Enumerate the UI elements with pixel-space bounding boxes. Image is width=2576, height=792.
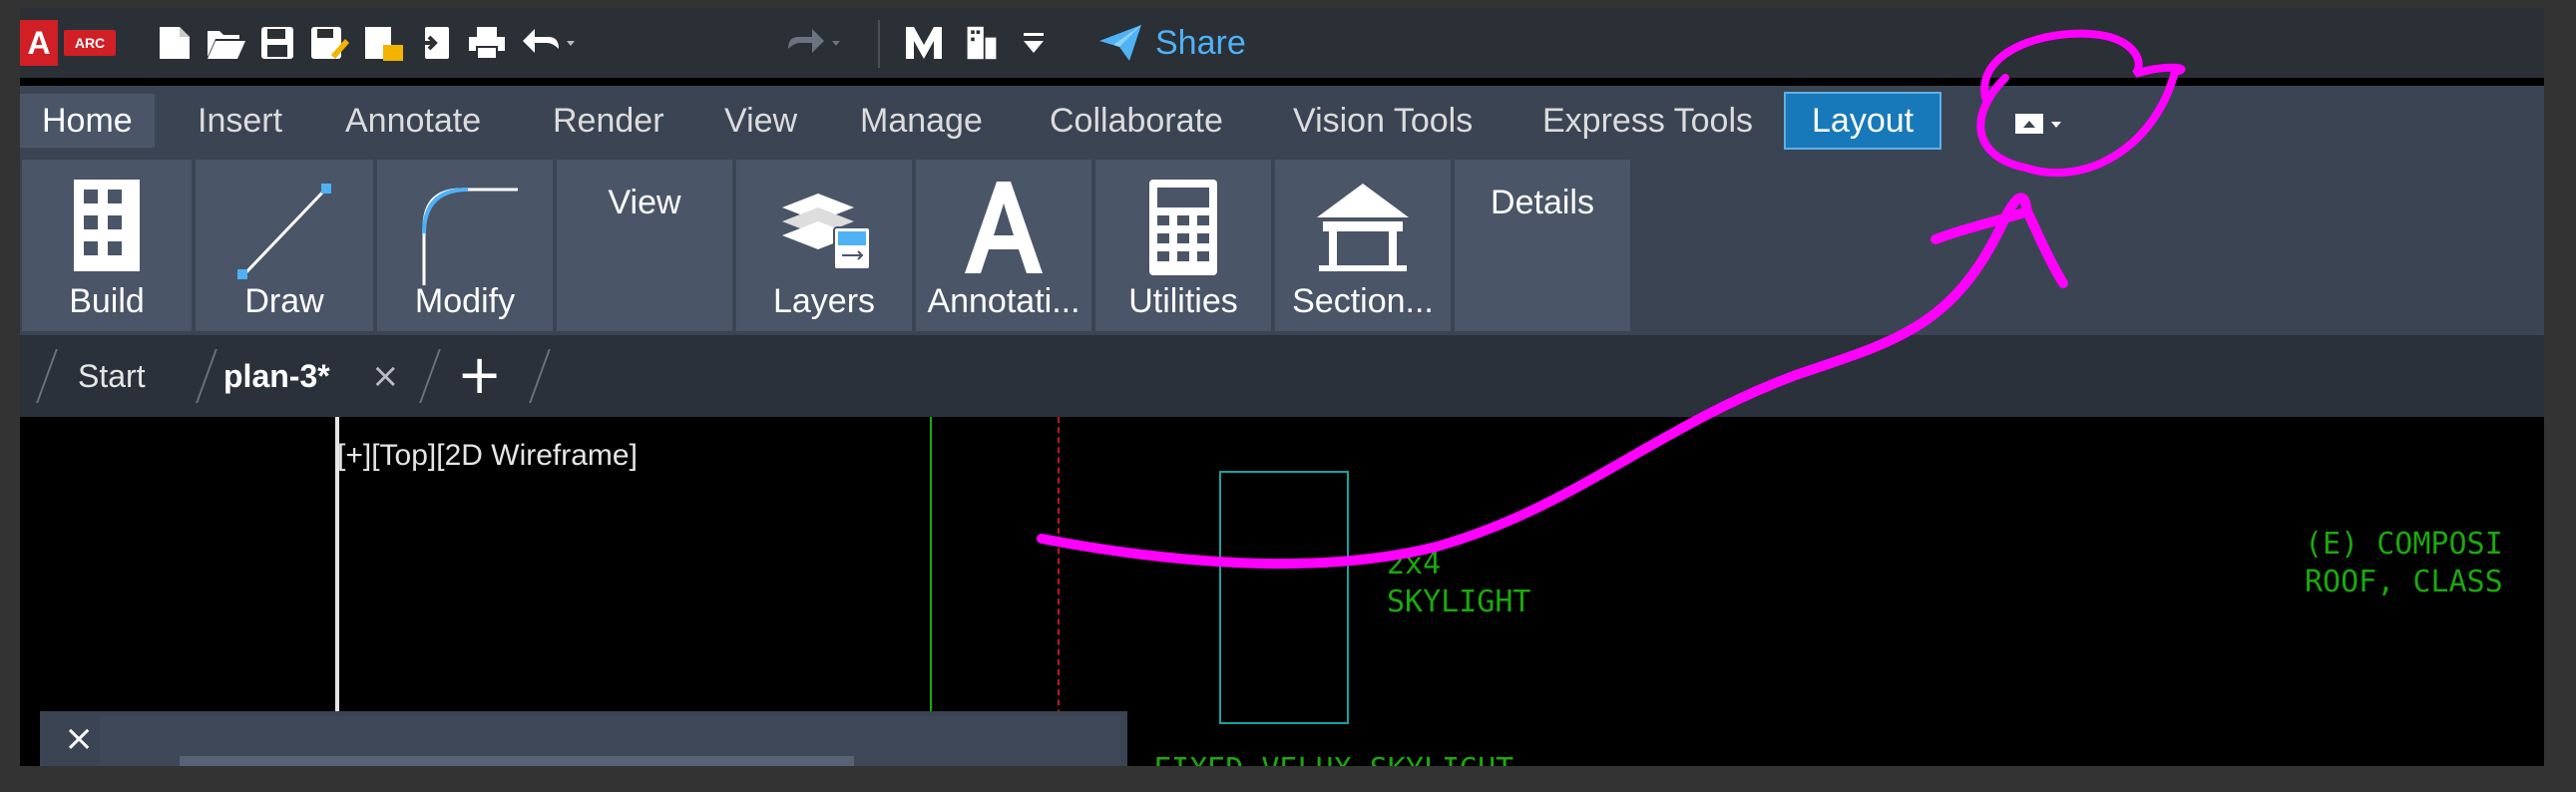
highlight-circle xyxy=(1976,29,2186,177)
annotation-arrow-head xyxy=(1931,204,2068,288)
annotation-arrow-shaft xyxy=(1037,193,2032,570)
autocad-window: A ARC Share Home Insert Annotate Render … xyxy=(20,8,2544,766)
annotation-overlay xyxy=(1037,29,2186,570)
